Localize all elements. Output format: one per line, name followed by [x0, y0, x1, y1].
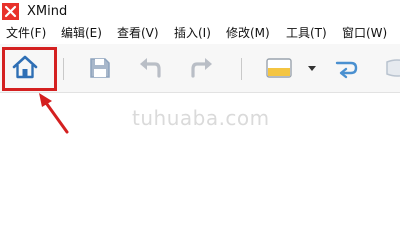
- menu-view[interactable]: 查看(V): [117, 26, 159, 41]
- xmind-logo-icon: [2, 3, 19, 20]
- boundary-button[interactable]: [383, 54, 400, 82]
- menu-edit[interactable]: 编辑(E): [61, 26, 102, 41]
- menu-modify[interactable]: 修改(M): [226, 26, 270, 41]
- save-button[interactable]: [86, 54, 114, 82]
- menu-insert[interactable]: 插入(I): [174, 26, 211, 41]
- save-icon: [86, 54, 114, 82]
- menu-file[interactable]: 文件(F): [6, 26, 46, 41]
- topic-style-icon: [264, 54, 294, 82]
- redo-button[interactable]: [188, 54, 216, 82]
- window-title: XMind: [27, 4, 68, 19]
- toolbar-separator: [241, 58, 242, 80]
- relationship-icon: [333, 54, 361, 82]
- watermark-text: tuhuaba.com: [132, 106, 270, 130]
- menu-bar: 文件(F) 编辑(E) 查看(V) 插入(I) 修改(M) 工具(T) 窗口(W…: [0, 23, 400, 44]
- dropdown-arrow-icon: [305, 54, 319, 82]
- xmind-window: XMind 文件(F) 编辑(E) 查看(V) 插入(I) 修改(M) 工具(T…: [0, 0, 400, 240]
- undo-icon: [136, 54, 164, 82]
- toolbar: [0, 44, 400, 93]
- boundary-icon: [383, 54, 400, 82]
- toolbar-separator: [63, 58, 64, 80]
- menu-tools[interactable]: 工具(T): [286, 26, 327, 41]
- annotation-arrow-icon: [30, 90, 80, 140]
- topic-style-button[interactable]: [264, 54, 294, 82]
- title-bar: XMind: [0, 0, 400, 23]
- home-highlight-box: [2, 47, 57, 91]
- menu-window[interactable]: 窗口(W): [342, 26, 387, 41]
- topic-style-dropdown[interactable]: [305, 54, 319, 82]
- undo-button[interactable]: [136, 54, 164, 82]
- redo-icon: [188, 54, 216, 82]
- relationship-button[interactable]: [333, 54, 361, 82]
